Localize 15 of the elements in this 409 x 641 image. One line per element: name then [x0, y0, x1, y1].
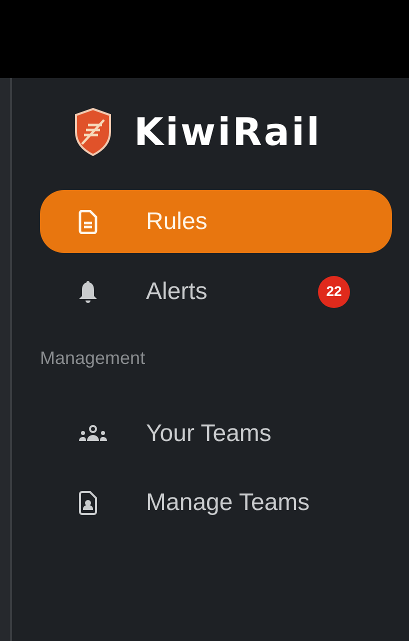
bell-icon — [78, 280, 98, 304]
nav-item[interactable]: Your Teams — [40, 402, 392, 465]
section-heading: Management — [40, 347, 146, 370]
nav-label: Manage Teams — [146, 488, 310, 518]
contact-document-icon — [78, 490, 98, 514]
count-badge: 22 — [318, 276, 350, 308]
nav-label: Your Teams — [146, 418, 272, 448]
nav-item[interactable]: Alerts 22 — [40, 260, 392, 323]
nav-label: Alerts — [146, 276, 208, 306]
nav-item[interactable]: Manage Teams — [40, 471, 392, 534]
brand-name: KiwiRail — [134, 108, 322, 156]
nav-label: Rules — [146, 206, 208, 236]
team-icon — [78, 424, 108, 442]
shield-logo-icon — [74, 108, 112, 156]
document-icon — [78, 210, 98, 234]
